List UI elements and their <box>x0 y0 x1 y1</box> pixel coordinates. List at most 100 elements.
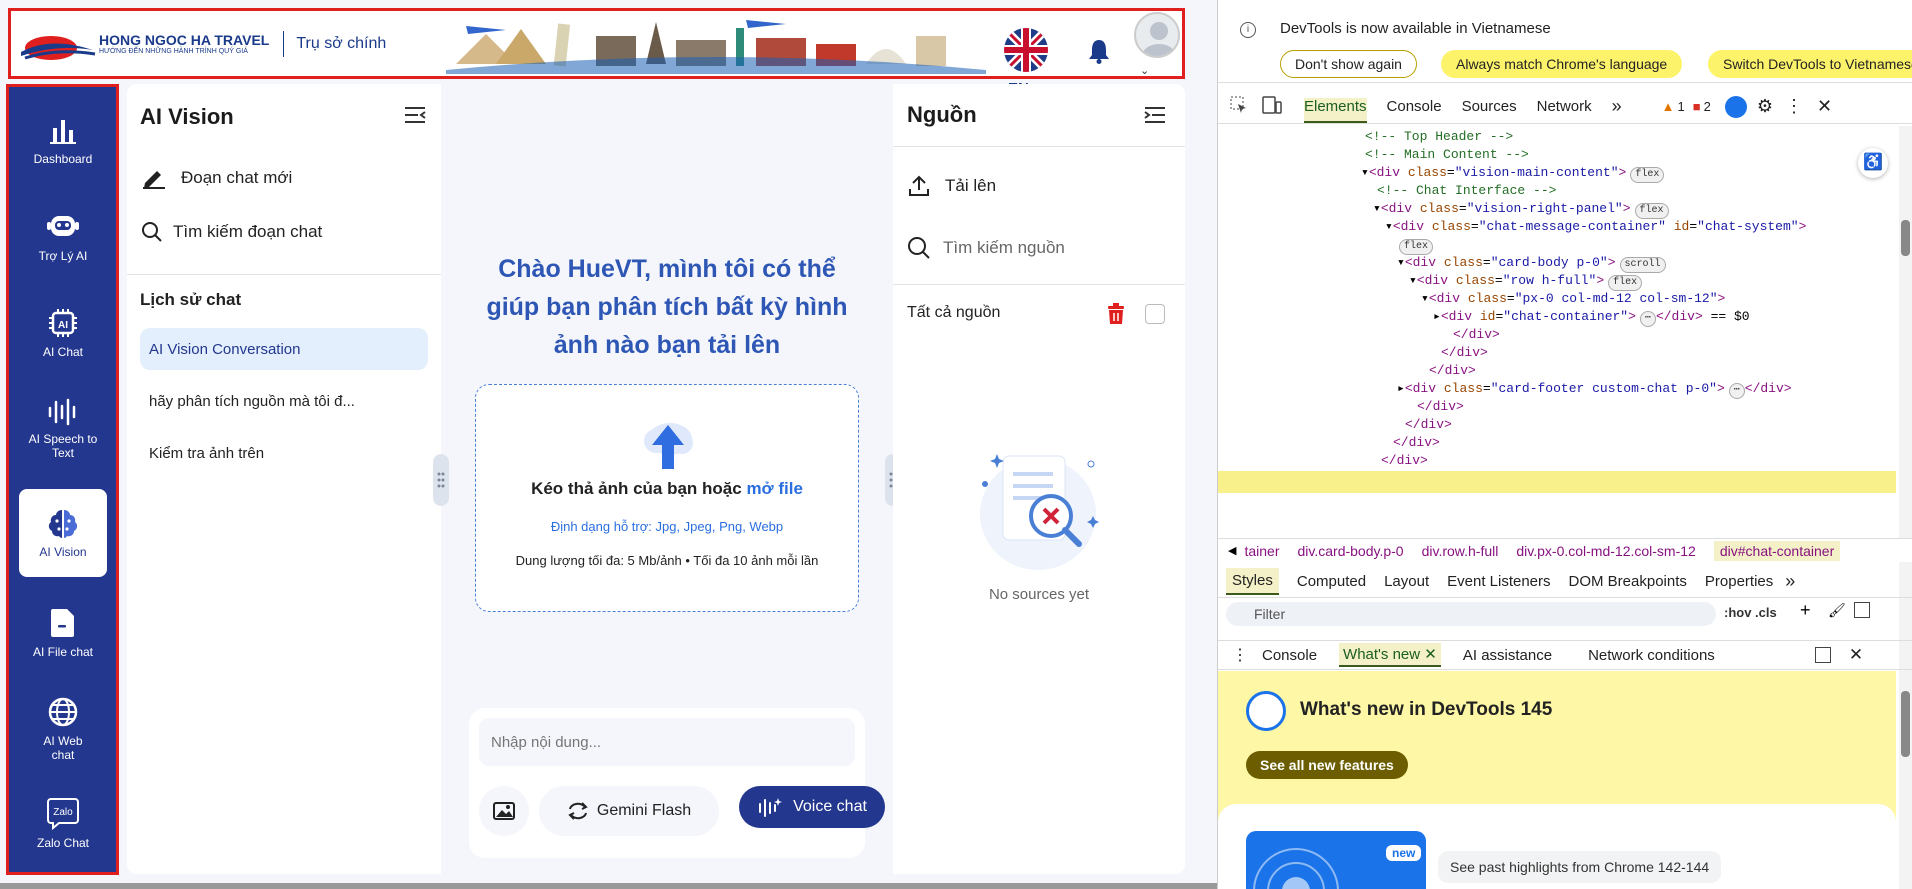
sidebar-item-label: AI Chat <box>42 345 84 359</box>
upload-button[interactable]: Tải lên <box>907 174 996 198</box>
office-link[interactable]: Trụ sở chính <box>283 30 386 57</box>
sidebar-item-dashboard[interactable]: Dashboard <box>19 97 107 185</box>
search-sources-button[interactable]: Tìm kiếm nguồn <box>907 236 1065 260</box>
see-all-features-button[interactable]: See all new features <box>1246 751 1408 779</box>
sidebar-item-speech-to-text[interactable]: AI Speech to Text <box>19 385 107 473</box>
tab-elements[interactable]: Elements <box>1304 98 1367 123</box>
dropzone-instruction: Kéo thả ảnh của bạn hoặc <box>531 479 747 498</box>
inspect-element-icon[interactable] <box>1230 96 1248 118</box>
dom-tree-line[interactable]: ▾<div class="chat-message-container" id=… <box>1385 216 1806 237</box>
tab-ai-assistance[interactable]: AI assistance <box>1463 647 1552 664</box>
page-horizontal-scrollbar[interactable] <box>0 883 1217 889</box>
tab-layout[interactable]: Layout <box>1384 573 1429 590</box>
past-highlights-link[interactable]: See past highlights from Chrome 142-144 <box>1438 851 1722 883</box>
history-item[interactable]: hãy phân tích nguồn mà tôi đ... <box>140 380 428 422</box>
error-count[interactable]: 2 <box>1704 99 1711 114</box>
tab-properties[interactable]: Properties <box>1705 573 1773 590</box>
more-subtabs-icon[interactable]: » <box>1785 571 1795 592</box>
close-drawer-icon[interactable]: ✕ <box>1849 645 1863 665</box>
devtools-scrollbar[interactable] <box>1899 126 1912 889</box>
paint-brush-icon[interactable]: 🖌 <box>1828 602 1846 619</box>
tab-console[interactable]: Console <box>1387 98 1442 115</box>
collapse-panel-icon[interactable] <box>403 106 427 129</box>
dom-tree-line[interactable]: </div> <box>1381 450 1428 471</box>
chevron-down-icon[interactable]: ⌄ <box>1140 64 1149 77</box>
history-item[interactable]: Kiểm tra ảnh trên <box>140 432 428 474</box>
upload-icon <box>909 175 929 196</box>
drawer-menu-icon[interactable]: ⋮ <box>1232 645 1248 665</box>
breadcrumb-item[interactable]: div.card-body.p-0 <box>1298 543 1404 559</box>
user-avatar[interactable] <box>1134 12 1180 58</box>
hov-cls-toggles[interactable]: :hov .cls <box>1724 605 1777 620</box>
sidebar-toggle-icon[interactable] <box>1854 602 1870 618</box>
tab-whats-new[interactable]: What's new ✕ <box>1339 643 1441 667</box>
tab-network[interactable]: Network <box>1537 98 1592 115</box>
breadcrumb-item[interactable]: div.px-0.col-md-12.col-sm-12 <box>1516 543 1695 559</box>
message-input[interactable] <box>479 718 855 766</box>
sources-panel: Nguồn Tải lên Tìm kiếm nguồn Tất cả nguồ… <box>893 84 1185 874</box>
notification-bell-icon[interactable] <box>1088 38 1110 69</box>
uk-flag-icon[interactable] <box>1004 28 1048 72</box>
search-chat-button[interactable]: Tìm kiếm đoạn chat <box>141 221 322 243</box>
main-sidebar: Dashboard Trợ Lý AI AI AI Chat AI Speech… <box>6 84 119 875</box>
trash-icon[interactable] <box>1106 302 1126 331</box>
close-devtools-icon[interactable]: ✕ <box>1817 96 1832 117</box>
tab-styles[interactable]: Styles <box>1226 568 1279 595</box>
model-selector[interactable]: Gemini Flash <box>539 786 719 836</box>
tab-drawer-console[interactable]: Console <box>1262 647 1317 664</box>
match-language-button[interactable]: Always match Chrome's language <box>1441 50 1683 78</box>
tab-dom-breakpoints[interactable]: DOM Breakpoints <box>1569 573 1687 590</box>
language-infobar: i DevTools is now available in Vietnames… <box>1218 0 1912 83</box>
web-app: HONG NGOC HA TRAVEL HƯỚNG ĐẾN NHỮNG HÀNH… <box>0 0 1217 889</box>
kebab-menu-icon[interactable]: ⋮ <box>1785 96 1803 117</box>
ai-chip-icon: AI <box>49 309 77 337</box>
collapse-sources-icon[interactable] <box>1143 106 1167 129</box>
close-tab-icon[interactable]: ✕ <box>1424 646 1437 663</box>
file-icon <box>51 609 74 637</box>
breadcrumb-item[interactable]: div.row.h-full <box>1422 543 1499 559</box>
dont-show-again-button[interactable]: Don't show again <box>1280 50 1417 78</box>
tab-network-conditions[interactable]: Network conditions <box>1588 647 1715 664</box>
chat-composer: Gemini Flash Voice chat <box>469 708 885 858</box>
error-icon[interactable]: ■ <box>1693 99 1701 114</box>
image-dropzone[interactable]: Kéo thả ảnh của bạn hoặc mở file Định dạ… <box>475 384 859 612</box>
elements-dom-tree[interactable]: <!-- Top Header --> <!-- Main Content -->… <box>1218 126 1896 536</box>
devtools-main-tabs: Elements Console Sources Network » ▲ 1 ■… <box>1218 90 1912 124</box>
sidebar-item-zalo-chat[interactable]: Zalo Zalo Chat <box>19 779 107 867</box>
warning-icon[interactable]: ▲ <box>1662 99 1675 114</box>
new-chat-button[interactable]: Đoạn chat mới <box>141 166 292 190</box>
open-file-link[interactable]: mở file <box>746 479 803 498</box>
switch-language-button[interactable]: Switch DevTools to Vietnamese <box>1708 50 1912 78</box>
all-sources-label: Tất cả nguồn <box>907 304 1001 321</box>
breadcrumb-item[interactable]: div#chat-container <box>1713 540 1841 561</box>
sidebar-item-ai-vision[interactable]: AI Vision <box>19 489 107 577</box>
accessibility-icon[interactable]: ♿ <box>1858 148 1888 178</box>
more-tabs-icon[interactable]: » <box>1612 96 1622 117</box>
new-badge: new <box>1386 845 1422 861</box>
tab-computed[interactable]: Computed <box>1297 573 1366 590</box>
breadcrumb-item[interactable]: tainer <box>1244 543 1279 559</box>
select-all-checkbox[interactable] <box>1145 304 1165 324</box>
breadcrumb-scroll-left-icon[interactable]: ◀ <box>1228 544 1236 557</box>
styles-filter-input[interactable]: Filter <box>1226 602 1716 626</box>
dock-icon[interactable] <box>1814 647 1831 663</box>
attach-image-button[interactable] <box>479 786 529 836</box>
add-rule-icon[interactable]: + <box>1800 600 1811 621</box>
search-sources-label: Tìm kiếm nguồn <box>943 238 1065 257</box>
sidebar-item-file-chat[interactable]: AI File chat <box>19 589 107 677</box>
device-toolbar-icon[interactable] <box>1262 95 1282 118</box>
history-item[interactable]: AI Vision Conversation <box>140 328 428 370</box>
settings-gear-icon[interactable]: ⚙ <box>1757 96 1773 117</box>
sidebar-item-ai-chat[interactable]: AI AI Chat <box>19 289 107 377</box>
warning-count[interactable]: 1 <box>1678 99 1685 114</box>
upload-label: Tải lên <box>945 176 997 195</box>
tab-sources[interactable]: Sources <box>1462 98 1517 115</box>
sidebar-item-web-chat[interactable]: AI Web chat <box>19 685 107 773</box>
resize-handle-left[interactable] <box>433 454 449 506</box>
tab-event-listeners[interactable]: Event Listeners <box>1447 573 1550 590</box>
sidebar-item-ai-assistant[interactable]: Trợ Lý AI <box>19 191 107 279</box>
chat-history-panel: AI Vision Đoạn chat mới Tìm kiếm đoạn ch… <box>127 84 441 874</box>
brand-logo[interactable]: HONG NGOC HA TRAVEL HƯỚNG ĐẾN NHỮNG HÀNH… <box>17 22 269 66</box>
voice-chat-button[interactable]: Voice chat <box>739 786 885 828</box>
sync-icon[interactable] <box>1724 95 1747 118</box>
